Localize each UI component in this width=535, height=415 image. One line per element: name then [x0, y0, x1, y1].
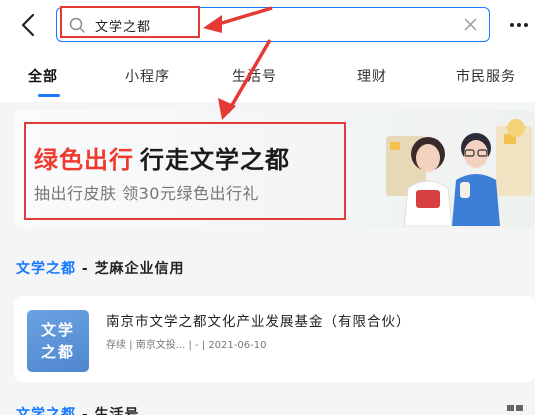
tab-bar: 全部 小程序 生活号 理财 市民服务 — [0, 52, 535, 102]
clear-icon[interactable] — [464, 18, 477, 31]
tab-citizen-services[interactable]: 市民服务 — [456, 66, 516, 86]
next-section-partial: 文学之都 - 生活号 — [0, 390, 535, 415]
back-arrow-icon[interactable] — [14, 10, 44, 40]
annotation-box-search — [60, 6, 200, 38]
section-separator: - — [76, 261, 95, 277]
section-heading: 文学之都 - 芝麻企业信用 — [16, 258, 185, 278]
tab-life-accounts[interactable]: 生活号 — [232, 66, 277, 86]
logo-line-2: 之都 — [40, 343, 75, 361]
result-card[interactable]: 文学 之都 南京市文学之都文化产业发展基金（有限合伙） 存续 | 南京文投...… — [14, 296, 535, 382]
logo-line-1: 文学 — [40, 321, 75, 339]
next-section-heading: 文学之都 - 生活号 — [16, 404, 140, 415]
next-section-category: - 生活号 — [81, 407, 140, 415]
company-logo: 文学 之都 — [27, 310, 89, 372]
active-tab-indicator — [38, 94, 60, 97]
more-icon[interactable] — [508, 16, 530, 34]
grid-icon[interactable] — [506, 402, 524, 415]
banner-illustration — [386, 119, 532, 226]
company-name: 南京市文学之都文化产业发展基金（有限合伙） — [106, 314, 411, 330]
company-meta: 存续 | 南京文投... | - | 2021-06-10 — [106, 340, 267, 351]
section-keyword: 文学之都 — [16, 261, 76, 277]
annotation-box-banner — [24, 122, 346, 220]
section-category: 芝麻企业信用 — [94, 261, 185, 277]
tab-mini-programs[interactable]: 小程序 — [125, 66, 170, 86]
next-section-keyword: 文学之都 — [16, 407, 76, 415]
tab-all[interactable]: 全部 — [28, 66, 58, 86]
tab-finance[interactable]: 理财 — [357, 66, 387, 86]
